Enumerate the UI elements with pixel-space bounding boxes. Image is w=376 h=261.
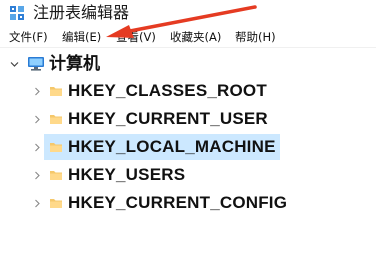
chevron-right-icon[interactable] xyxy=(33,199,42,208)
chevron-right-icon[interactable] xyxy=(33,171,42,180)
tree-item-label: HKEY_CLASSES_ROOT xyxy=(68,81,267,100)
tree-item-hkey-users[interactable]: HKEY_USERS xyxy=(0,162,300,188)
menu-edit[interactable]: 编辑(E) xyxy=(62,28,101,46)
menu-file[interactable]: 文件(F) xyxy=(9,28,48,46)
tree-item-computer[interactable]: 计算机 xyxy=(0,51,200,77)
tree-root-label: 计算机 xyxy=(49,54,100,74)
menu-bar: 文件(F) 编辑(E) 查看(V) 收藏夹(A) 帮助(H) xyxy=(0,27,376,48)
folder-icon xyxy=(50,199,62,208)
tree-item-box: HKEY_CURRENT_CONFIG xyxy=(44,190,291,216)
folder-icon xyxy=(50,143,62,152)
chevron-right-icon[interactable] xyxy=(33,115,42,124)
menu-view[interactable]: 查看(V) xyxy=(116,28,156,46)
folder-icon xyxy=(50,115,62,124)
chevron-right-icon[interactable] xyxy=(33,143,42,152)
tree-item-label: HKEY_CURRENT_CONFIG xyxy=(68,193,288,212)
registry-editor-app-icon xyxy=(10,6,24,20)
tree-item-box: HKEY_CLASSES_ROOT xyxy=(44,78,271,104)
tree-item-label: HKEY_CURRENT_USER xyxy=(68,109,268,128)
menu-help[interactable]: 帮助(H) xyxy=(235,28,276,46)
chevron-right-icon[interactable] xyxy=(33,87,42,96)
tree-item-label: HKEY_LOCAL_MACHINE xyxy=(68,137,276,156)
menu-favorites[interactable]: 收藏夹(A) xyxy=(170,28,221,46)
tree-item-box-selected: HKEY_LOCAL_MACHINE xyxy=(44,134,280,160)
registry-tree: 计算机 HKEY_CLASSES_ROOT HKEY_CURRENT_USER … xyxy=(0,48,376,261)
tree-item-box: HKEY_CURRENT_USER xyxy=(44,106,272,132)
window-title: 注册表编辑器 xyxy=(33,3,130,22)
tree-item-hkey-local-machine[interactable]: HKEY_LOCAL_MACHINE xyxy=(0,134,300,160)
folder-icon xyxy=(50,87,62,96)
tree-item-hkey-current-user[interactable]: HKEY_CURRENT_USER xyxy=(0,106,300,132)
tree-item-label: HKEY_USERS xyxy=(68,165,186,184)
registry-editor-window: 注册表编辑器 文件(F) 编辑(E) 查看(V) 收藏夹(A) 帮助(H) 计算… xyxy=(0,0,376,261)
tree-item-hkey-classes-root[interactable]: HKEY_CLASSES_ROOT xyxy=(0,78,300,104)
folder-icon xyxy=(50,171,62,180)
tree-item-box: HKEY_USERS xyxy=(44,162,189,188)
tree-item-hkey-current-config[interactable]: HKEY_CURRENT_CONFIG xyxy=(0,190,330,216)
chevron-down-icon[interactable] xyxy=(10,60,19,69)
title-bar: 注册表编辑器 xyxy=(0,0,376,26)
computer-icon xyxy=(28,57,44,71)
